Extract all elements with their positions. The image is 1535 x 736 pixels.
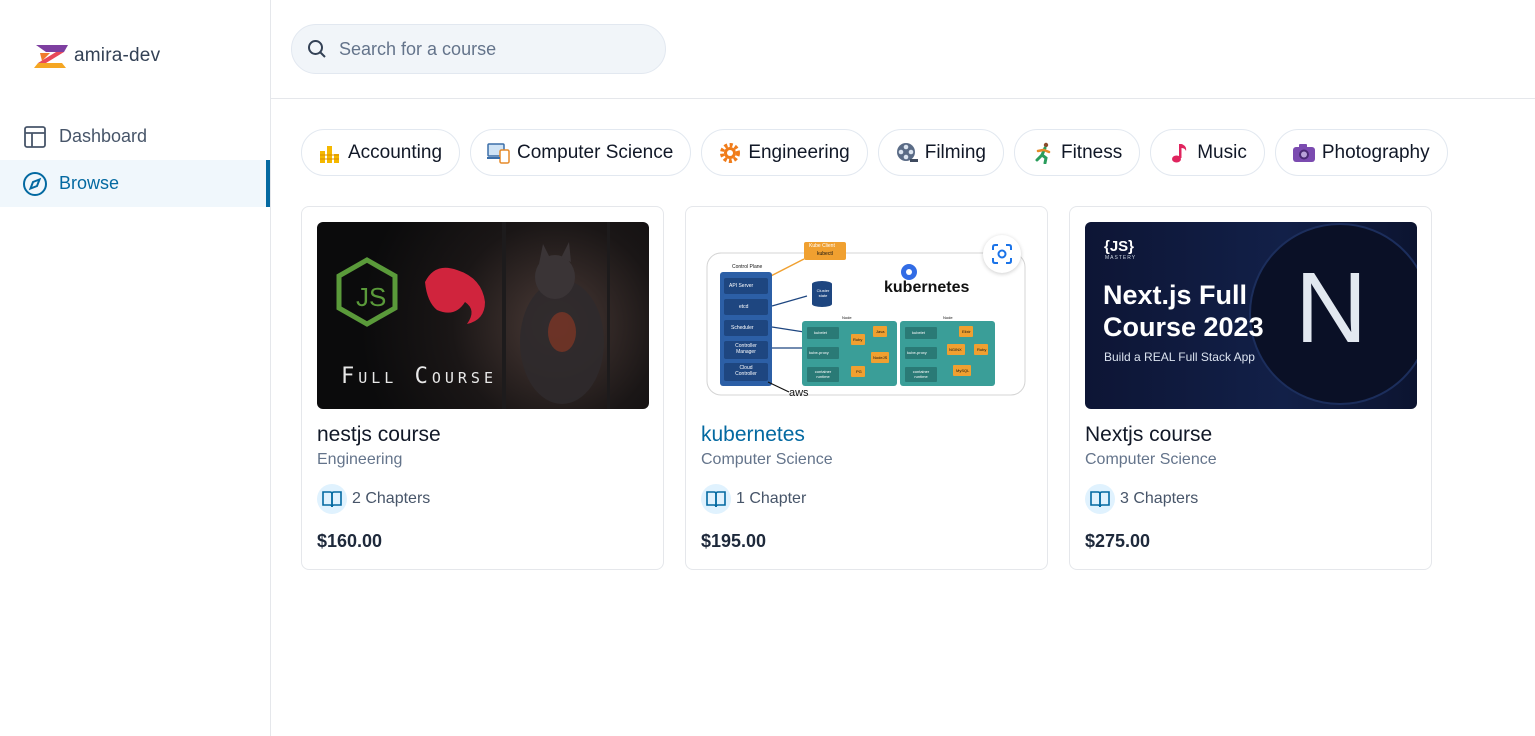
k8s-n1-runtime: container runtime — [814, 369, 832, 379]
category-accounting[interactable]: Accounting — [301, 129, 461, 176]
chapter-count: 3 Chapters — [1085, 484, 1416, 514]
category-photography[interactable]: Photography — [1274, 129, 1448, 176]
k8s-n2-kubelet: kubelet — [912, 330, 925, 335]
scan-icon — [992, 244, 1012, 264]
course-price: $275.00 — [1085, 531, 1151, 551]
k8s-control-plane: Control Plane — [732, 264, 763, 270]
k8s-n2-runtime: container runtime — [912, 369, 930, 379]
k8s-n1-app-pg: PG — [856, 369, 862, 374]
nodejs-js-label: JS — [356, 282, 387, 312]
k8s-node-label-1: Node — [842, 315, 852, 320]
course-price: $160.00 — [317, 531, 383, 551]
k8s-heading: kubernetes — [884, 279, 970, 296]
runner-icon — [1031, 141, 1055, 165]
sidebar-item-dashboard[interactable]: Dashboard — [0, 113, 270, 160]
k8s-node-label-2: Node — [943, 315, 953, 320]
chapter-count: 2 Chapters — [317, 484, 648, 514]
k8s-n2-app-elixir: Elixir — [962, 329, 971, 334]
k8s-n2-app-mysql: MySQL — [956, 368, 970, 373]
course-card[interactable]: {JS} MASTERY Next.js Full Course 2023 Bu… — [1069, 206, 1432, 570]
category-filming[interactable]: Filming — [877, 129, 1004, 176]
category-engineering[interactable]: Engineering — [701, 129, 868, 176]
k8s-n1-app-java: Java — [876, 329, 885, 334]
gear-icon — [718, 141, 742, 165]
k8s-n1-app-node: NodeJS — [873, 355, 888, 360]
course-category: Computer Science — [1085, 451, 1217, 468]
bar-chart-icon — [318, 141, 342, 165]
course-title[interactable]: Nextjs course — [1085, 423, 1416, 447]
course-card[interactable]: kubernetes Kube Client kubectl Control P… — [685, 206, 1048, 570]
devices-icon — [487, 141, 511, 165]
k8s-n2-app-ruby: Ruby — [977, 347, 987, 352]
nextjs-mastery-sub: MASTERY — [1105, 255, 1137, 261]
k8s-cp-scheduler: Scheduler — [731, 325, 754, 331]
category-label: Engineering — [748, 141, 850, 163]
k8s-cluster-state: Cluster state — [816, 288, 830, 298]
category-label: Filming — [924, 141, 986, 163]
k8s-cp-api: API Server — [729, 283, 754, 289]
sidebar-item-label: Browse — [59, 173, 120, 193]
chapter-count-text: 3 Chapters — [1120, 490, 1199, 507]
chapter-count: 1 Chapter — [701, 484, 1032, 514]
app: amira-dev Dashboard Browse Search for a … — [0, 0, 1535, 736]
course-thumbnail: {JS} MASTERY Next.js Full Course 2023 Bu… — [1085, 222, 1417, 409]
category-label: Music — [1197, 141, 1247, 163]
course-grid: JS Full Course nestjs course Engineering… — [301, 206, 1432, 570]
chapter-count-text: 2 Chapters — [352, 490, 431, 507]
nextjs-subtitle: Build a REAL Full Stack App — [1104, 350, 1255, 364]
book-open-icon — [317, 484, 347, 514]
compass-icon — [22, 171, 48, 197]
course-price: $195.00 — [701, 531, 767, 551]
k8s-n1-proxy: kube-proxy — [809, 350, 829, 355]
category-fitness[interactable]: Fitness — [1013, 129, 1141, 176]
sidebar-item-label: Dashboard — [59, 126, 148, 146]
nextjs-big-letter: N — [1295, 252, 1368, 364]
nextjs-mastery-badge: {JS} — [1104, 238, 1135, 255]
sidebar-nav: Dashboard Browse — [0, 113, 270, 207]
nextjs-heading-line1: Next.js Full — [1103, 280, 1248, 310]
course-title[interactable]: kubernetes — [701, 423, 1032, 447]
chapter-count-text: 1 Chapter — [736, 490, 807, 507]
search-icon — [308, 40, 326, 58]
search-input[interactable] — [339, 38, 639, 60]
sidebar-item-browse[interactable]: Browse — [0, 160, 270, 207]
category-label: Accounting — [348, 141, 443, 163]
category-label: Computer Science — [517, 141, 674, 163]
music-note-icon — [1167, 141, 1191, 165]
brand-logo[interactable]: amira-dev — [34, 42, 160, 70]
k8s-cp-etcd: etcd — [739, 304, 749, 310]
category-filters: Accounting Computer Science Engineering … — [301, 129, 1448, 176]
film-reel-icon — [895, 141, 919, 165]
logo-mark-icon — [34, 45, 68, 68]
course-card[interactable]: JS Full Course nestjs course Engineering… — [301, 206, 664, 570]
book-open-icon — [1085, 484, 1115, 514]
k8s-kube-client: Kube Client — [809, 243, 835, 249]
k8s-n2-proxy: kube-proxy — [907, 350, 927, 355]
category-computer-science[interactable]: Computer Science — [470, 129, 692, 176]
category-music[interactable]: Music — [1150, 129, 1265, 176]
category-label: Photography — [1321, 141, 1430, 163]
image-lens-button[interactable] — [983, 235, 1021, 273]
k8s-cp-controller: Controller Manager — [735, 343, 757, 355]
k8s-n2-app-nginx: NGINX — [949, 347, 962, 352]
aws-label: aws — [789, 387, 809, 399]
thumbnail-caption: Full Course — [341, 364, 497, 389]
course-thumbnail: JS Full Course — [317, 222, 649, 409]
layout-icon — [22, 124, 48, 150]
k8s-n1-kubelet: kubelet — [814, 330, 827, 335]
book-open-icon — [701, 484, 731, 514]
k8s-kubectl: kubectl — [817, 251, 833, 257]
brand-name: amira-dev — [74, 45, 161, 66]
course-title[interactable]: nestjs course — [317, 423, 648, 447]
category-label: Fitness — [1060, 141, 1123, 163]
camera-icon — [1292, 141, 1316, 165]
nextjs-heading-line2: Course 2023 — [1103, 312, 1264, 342]
k8s-n1-app-ruby: Ruby — [853, 337, 863, 342]
top-bar — [271, 0, 1535, 99]
course-category: Engineering — [317, 451, 403, 468]
search-bar[interactable] — [291, 24, 666, 74]
k8s-cp-cloud: Cloud Controller — [735, 365, 757, 377]
sidebar: amira-dev Dashboard Browse — [0, 0, 271, 736]
course-category: Computer Science — [701, 451, 833, 468]
